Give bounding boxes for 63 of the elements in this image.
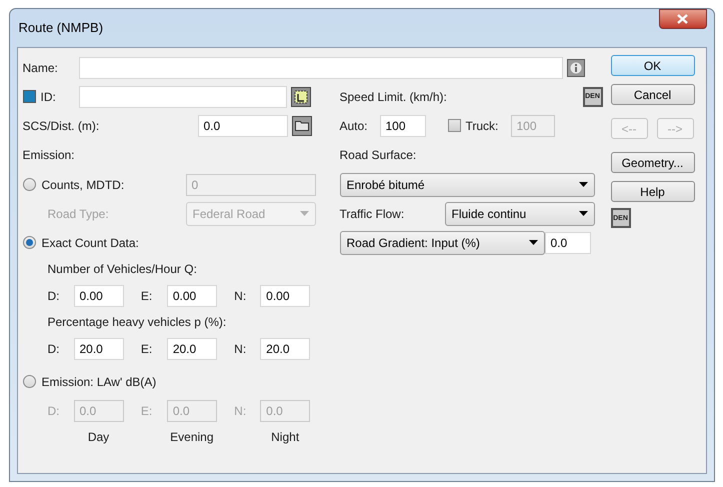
field-label: Speed Limit. (km/h): (340, 88, 447, 106)
close-button[interactable] (658, 9, 706, 29)
field-label: ID: (40, 88, 57, 106)
input-field[interactable]: 0.00 (166, 284, 217, 306)
field-label: Road Type: (48, 206, 110, 222)
dialog-button[interactable]: OK (610, 55, 694, 76)
window-title: Route (NMPB) (18, 19, 104, 38)
field-label: Road Surface: (340, 147, 416, 164)
field-label: D: (48, 402, 60, 420)
field-label: D: (48, 340, 60, 358)
dialog-button[interactable]: Help (610, 181, 694, 202)
dropdown[interactable]: Enrobé bitumé (340, 172, 594, 196)
caret-icon (528, 240, 538, 245)
field-label: D: (48, 288, 60, 304)
info-icon (570, 62, 582, 74)
field-label: Auto: (340, 118, 369, 134)
section-label: Emission: (22, 147, 75, 164)
group-label: Number of Vehicles/Hour Q: (48, 261, 197, 278)
period-label: Day (86, 429, 110, 446)
checkbox[interactable] (22, 90, 36, 103)
input-field[interactable]: 20.0 (74, 338, 124, 360)
id-field[interactable] (78, 86, 286, 108)
radio-button[interactable] (22, 178, 36, 191)
field-label: E: (140, 340, 154, 358)
group-label: Percentage heavy vehicles p (%): (48, 314, 226, 331)
field-label: Traffic Flow: (340, 206, 406, 222)
input-field[interactable]: 20.0 (260, 338, 310, 360)
folder-button[interactable] (292, 116, 312, 136)
field-label: N: (234, 288, 248, 304)
field-label: SCS/Dist. (m): (22, 118, 100, 134)
radio-label: Counts, MDTD: (42, 176, 126, 194)
caret-icon (578, 182, 588, 187)
input-field[interactable]: 20.0 (166, 338, 217, 360)
period-label: Evening (169, 429, 215, 446)
field-label: N: (234, 402, 248, 420)
period-label: Night (270, 429, 300, 446)
dropdown[interactable]: Fluide continu (444, 202, 594, 226)
field-label: Truck: (466, 118, 500, 134)
selection-icon (294, 90, 308, 104)
input-field[interactable]: 0.00 (74, 284, 124, 306)
close-icon (677, 14, 688, 24)
dialog-button[interactable]: Cancel (610, 84, 694, 105)
field-label: Name: (22, 60, 59, 77)
input-field[interactable]: 0.00 (260, 284, 310, 306)
input-field[interactable]: 0.0 (198, 114, 288, 136)
picker-button[interactable] (290, 86, 310, 106)
field-label: N: (234, 340, 248, 358)
radio-button[interactable] (22, 236, 36, 249)
field-label: E: (140, 288, 154, 304)
caret-icon (300, 211, 308, 216)
dialog-button[interactable]: Geometry... (610, 152, 694, 173)
gradient-field[interactable]: 0.0 (544, 232, 590, 254)
input-field[interactable]: 100 (380, 114, 426, 136)
info-button[interactable] (566, 59, 584, 77)
checkbox[interactable] (448, 119, 460, 132)
radio-label: Emission: LAw' dB(A) (42, 374, 158, 390)
radio-label: Exact Count Data: (42, 234, 140, 252)
folder-icon (294, 120, 308, 131)
caret-icon (578, 211, 588, 216)
radio-button[interactable] (22, 375, 36, 388)
dropdown[interactable]: Road Gradient: Input (%) (340, 230, 544, 254)
field-label: E: (140, 402, 154, 420)
name-field[interactable] (78, 57, 562, 79)
